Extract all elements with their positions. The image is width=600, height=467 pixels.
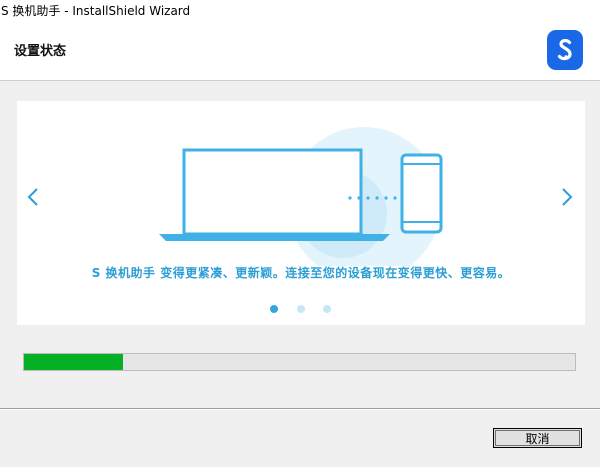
feature-banner: S 换机助手 变得更紧凑、更新颖。连接至您的设备现在变得更快、更容易。 [17,101,585,325]
laptop-phone-illustration [159,127,443,266]
page-title: 设置状态 [14,44,67,59]
slide-dot-1[interactable] [270,305,278,313]
wizard-header: 设置状态 [0,22,600,81]
window-titlebar: S 换机助手 - InstallShield Wizard [0,0,600,22]
footer-divider [0,408,600,410]
banner-caption: S 换机助手 变得更紧凑、更新颖。连接至您的设备现在变得更快、更容易。 [91,266,511,280]
window-title: S 换机助手 - InstallShield Wizard [1,4,191,18]
app-logo-icon [547,30,583,70]
slide-indicator [17,305,585,315]
chevron-left-icon[interactable] [25,186,41,208]
progress-fill [24,354,124,370]
cancel-button[interactable]: 取消 [493,428,582,448]
slide-dot-3[interactable] [323,305,331,313]
install-progress-bar [23,353,576,371]
slide-dot-2[interactable] [297,305,305,313]
chevron-right-icon[interactable] [559,186,575,208]
